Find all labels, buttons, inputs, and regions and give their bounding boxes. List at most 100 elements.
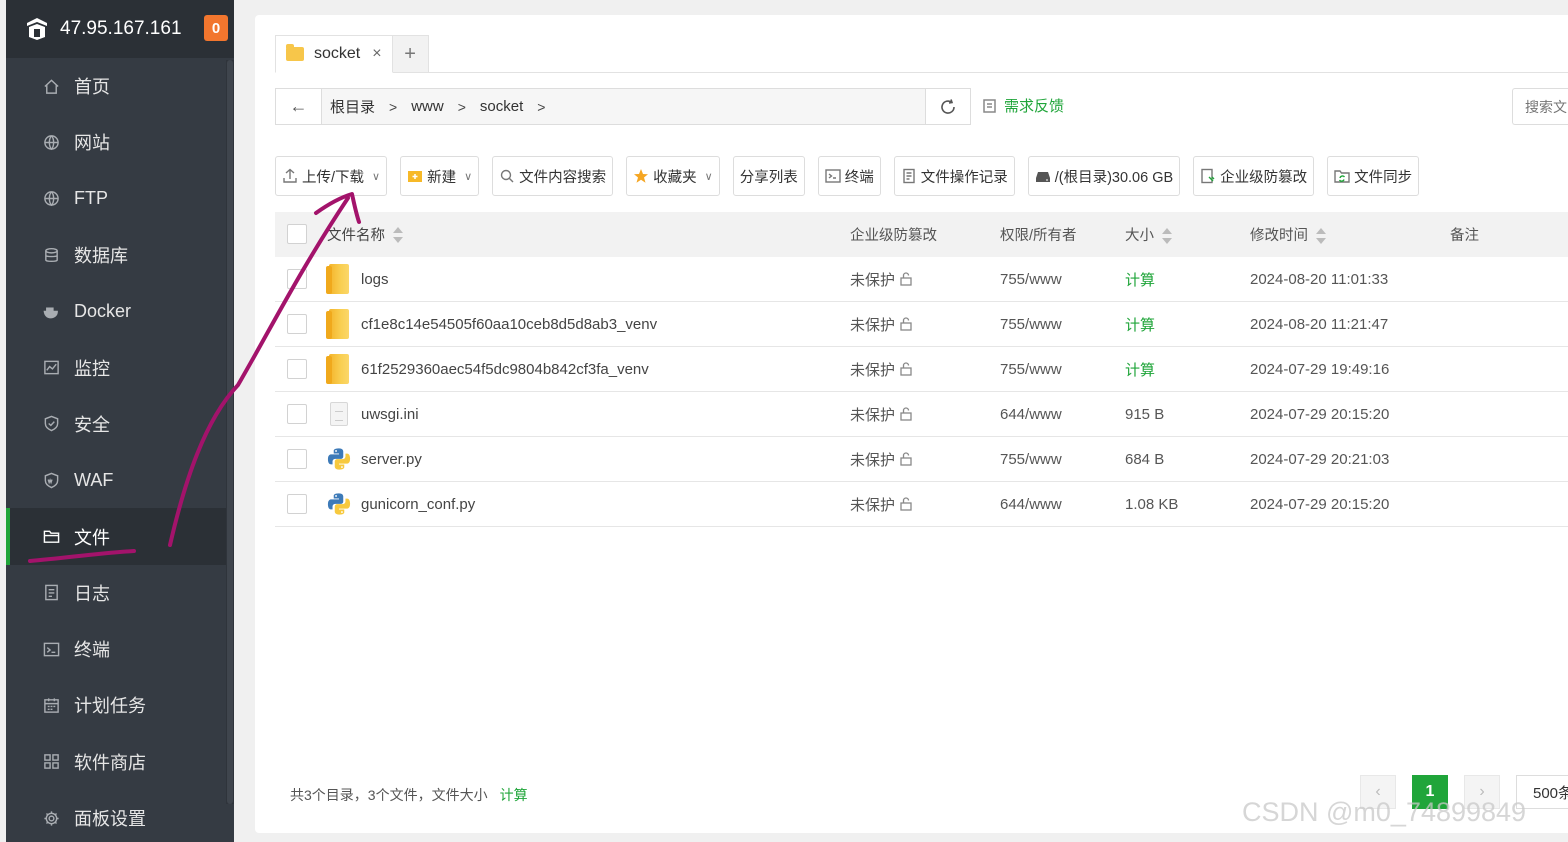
share-list-label: 分享列表 <box>739 169 798 186</box>
file-name-cell[interactable]: server.py <box>327 444 422 474</box>
footer-calc-link[interactable]: 计算 <box>500 785 528 805</box>
protect-cell[interactable]: 未保护 <box>850 359 913 380</box>
tab-socket[interactable]: socket × <box>275 35 393 73</box>
file-name-cell[interactable]: 61f2529360aec54f5dc9804b842cf3fa_venv <box>326 354 649 384</box>
table-row[interactable]: 61f2529360aec54f5dc9804b842cf3fa_venv 未保护… <box>275 347 1568 392</box>
table-row[interactable]: cf1e8c14e54505f60aa10ceb8d5d8ab3_venv 未保护… <box>275 302 1568 347</box>
sidebar-item-4[interactable]: Docker <box>6 283 234 339</box>
permission-cell[interactable]: 755/www <box>1000 316 1062 333</box>
row-checkbox[interactable] <box>287 269 307 289</box>
operation-log-button[interactable]: 文件操作记录 <box>893 156 1015 196</box>
sidebar-item-11[interactable]: 计划任务 <box>6 677 234 733</box>
protect-cell[interactable]: 未保护 <box>850 494 913 515</box>
permission-cell[interactable]: 755/www <box>1000 271 1062 288</box>
header-size[interactable]: 大小 <box>1125 224 1172 245</box>
file-name-cell[interactable]: uwsgi.ini <box>327 399 419 429</box>
file-name[interactable]: cf1e8c14e54505f60aa10ceb8d5d8ab3_venv <box>361 316 657 333</box>
back-arrow-icon[interactable]: ← <box>276 89 322 124</box>
table-row[interactable]: gunicorn_conf.py 未保护 644/www 1.08 KB 2024-07… <box>275 482 1568 527</box>
table-row[interactable]: logs 未保护 755/www 计算 2024-08-20 11:01:33 <box>275 257 1568 302</box>
file-name[interactable]: gunicorn_conf.py <box>361 496 475 513</box>
file-name-cell[interactable]: gunicorn_conf.py <box>327 489 475 519</box>
permission-cell[interactable]: 755/www <box>1000 361 1062 378</box>
disk-button[interactable]: /(根目录)30.06 GB <box>1027 156 1181 196</box>
file-name-cell[interactable]: cf1e8c14e54505f60aa10ceb8d5d8ab3_venv <box>326 309 657 339</box>
chevron-right-icon: > <box>457 98 466 115</box>
sort-icon[interactable] <box>1316 228 1326 245</box>
permission-cell[interactable]: 644/www <box>1000 496 1062 513</box>
tamper-protect-button[interactable]: 企业级防篡改 <box>1193 156 1315 196</box>
unlock-icon[interactable] <box>899 317 913 331</box>
sidebar-scrollbar[interactable] <box>226 60 234 804</box>
permission-cell[interactable]: 644/www <box>1000 406 1062 423</box>
shield-icon <box>42 415 60 433</box>
row-checkbox[interactable] <box>287 449 307 469</box>
sidebar-item-1[interactable]: 网站 <box>6 114 234 170</box>
upload-download-button[interactable]: 上传/下载 ∨ <box>275 156 388 196</box>
crumb-socket[interactable]: socket <box>472 98 531 115</box>
unlock-icon[interactable] <box>899 407 913 421</box>
sort-icon[interactable] <box>1162 228 1172 245</box>
row-checkbox[interactable] <box>287 359 307 379</box>
refresh-button[interactable] <box>925 88 971 125</box>
search-icon <box>500 169 514 183</box>
content-search-button[interactable]: 文件内容搜索 <box>492 156 614 196</box>
sidebar-item-3[interactable]: 数据库 <box>6 227 234 283</box>
close-icon[interactable]: × <box>372 45 381 63</box>
table-row[interactable]: server.py 未保护 755/www 684 B 2024-07-29 20:21… <box>275 437 1568 482</box>
sidebar-scroll-thumb[interactable] <box>227 60 233 804</box>
protect-cell[interactable]: 未保护 <box>850 269 913 290</box>
unlock-icon[interactable] <box>899 452 913 466</box>
sidebar-item-7[interactable]: WAF <box>6 452 234 508</box>
file-name[interactable]: uwsgi.ini <box>361 406 419 423</box>
breadcrumb[interactable]: 根目录 > www > socket > <box>322 89 970 124</box>
page-size-select[interactable]: 500条 <box>1516 775 1568 809</box>
sidebar-item-8[interactable]: 文件 <box>6 508 234 565</box>
size-cell[interactable]: 计算 <box>1125 314 1155 335</box>
favorites-button[interactable]: 收藏夹 ∨ <box>626 156 720 196</box>
sidebar-item-10[interactable]: 终端 <box>6 621 234 677</box>
search-input[interactable] <box>1512 88 1568 125</box>
sidebar-item-5[interactable]: 监控 <box>6 339 234 395</box>
sidebar-item-12[interactable]: 软件商店 <box>6 734 234 790</box>
header-name[interactable]: 文件名称 <box>327 224 403 245</box>
crumb-www[interactable]: www <box>403 98 452 115</box>
next-page-button[interactable]: › <box>1464 775 1500 809</box>
add-tab-button[interactable]: + <box>392 35 429 73</box>
file-name[interactable]: 61f2529360aec54f5dc9804b842cf3fa_venv <box>361 361 649 378</box>
sidebar-item-9[interactable]: 日志 <box>6 565 234 621</box>
sort-icon[interactable] <box>393 226 403 243</box>
file-name[interactable]: logs <box>361 271 389 288</box>
unlock-icon[interactable] <box>899 497 913 511</box>
unlock-icon[interactable] <box>899 362 913 376</box>
sidebar-item-2[interactable]: FTP <box>6 171 234 227</box>
permission-cell[interactable]: 755/www <box>1000 451 1062 468</box>
table-row[interactable]: uwsgi.ini 未保护 644/www 915 B 2024-07-29 20:15… <box>275 392 1568 437</box>
protect-cell[interactable]: 未保护 <box>850 404 913 425</box>
new-button[interactable]: 新建 ∨ <box>400 156 480 196</box>
size-cell[interactable]: 计算 <box>1125 269 1155 290</box>
sidebar-item-0[interactable]: 首页 <box>6 58 234 114</box>
protect-cell[interactable]: 未保护 <box>850 449 913 470</box>
select-all-checkbox[interactable] <box>287 224 307 244</box>
header-mtime[interactable]: 修改时间 <box>1250 224 1326 245</box>
sidebar-item-6[interactable]: 安全 <box>6 396 234 452</box>
prev-page-button[interactable]: ‹ <box>1360 775 1396 809</box>
row-checkbox[interactable] <box>287 314 307 334</box>
terminal-button[interactable]: 终端 <box>817 156 881 196</box>
unlock-icon[interactable] <box>899 272 913 286</box>
file-sync-button[interactable]: 文件同步 <box>1327 156 1420 196</box>
feedback-link[interactable]: 需求反馈 <box>982 95 1064 116</box>
page-1-button[interactable]: 1 <box>1412 775 1448 809</box>
notification-badge[interactable]: 0 <box>204 15 228 41</box>
protect-cell[interactable]: 未保护 <box>850 314 913 335</box>
file-name-cell[interactable]: logs <box>326 264 389 294</box>
row-checkbox[interactable] <box>287 404 307 424</box>
sidebar-item-13[interactable]: 面板设置 <box>6 790 234 842</box>
share-list-button[interactable]: 分享列表 <box>732 156 805 196</box>
file-name[interactable]: server.py <box>361 451 422 468</box>
sidebar-item-label: 面板设置 <box>74 809 146 829</box>
crumb-root[interactable]: 根目录 <box>322 96 383 117</box>
row-checkbox[interactable] <box>287 494 307 514</box>
size-cell[interactable]: 计算 <box>1125 359 1155 380</box>
